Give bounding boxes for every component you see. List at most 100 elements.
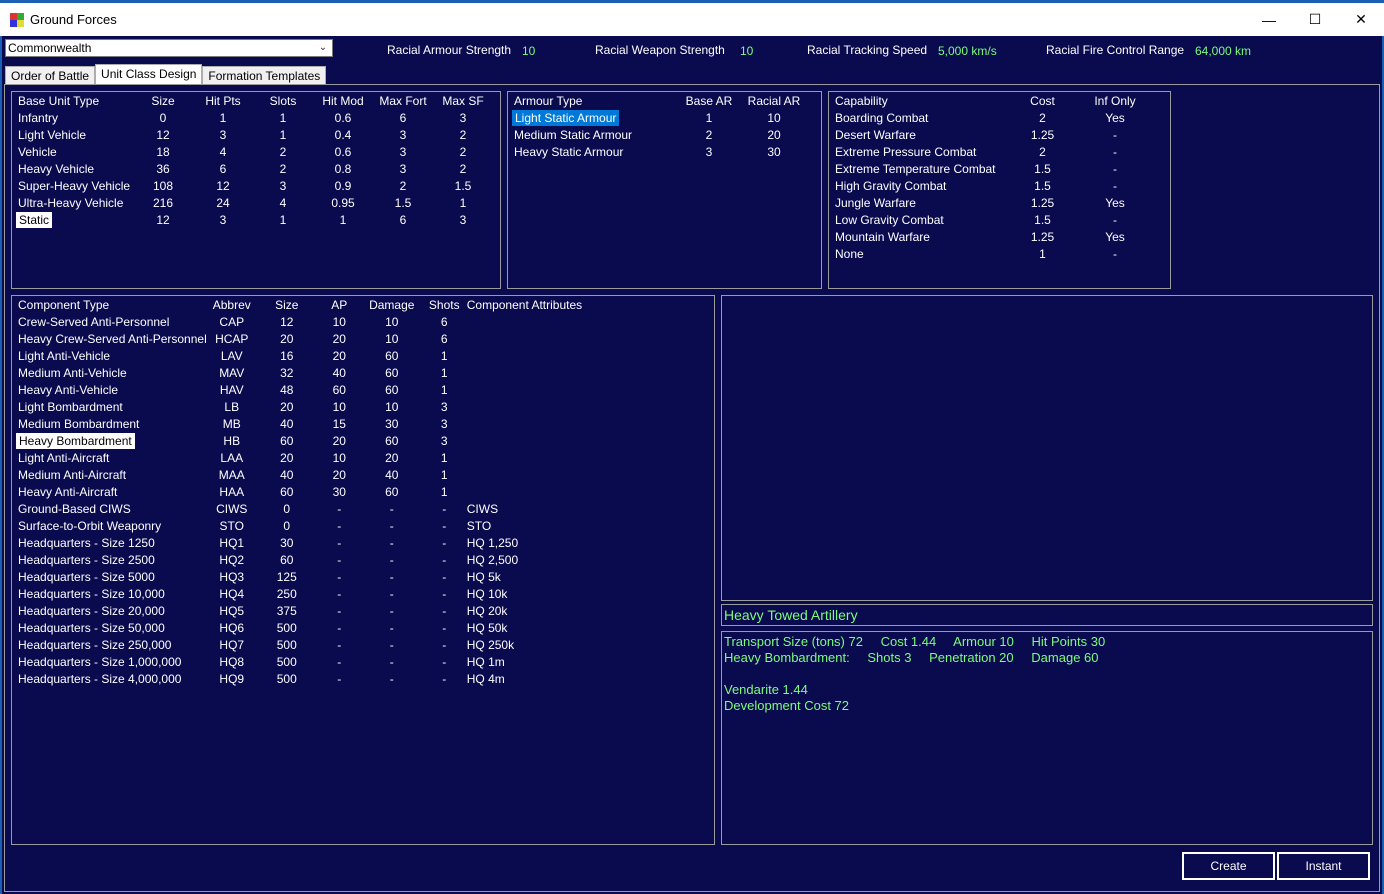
table-row[interactable]: Medium Anti-Vehicle MAV 32 40 60 1 [18,365,597,382]
table-row[interactable]: Light Anti-Vehicle LAV 16 20 60 1 [18,348,597,365]
table-row[interactable]: Medium Bombardment MB 40 15 30 3 [18,416,597,433]
table-row[interactable]: Heavy Bombardment HB 60 20 60 3 [16,433,597,450]
tab-order-of-battle[interactable]: Order of Battle [5,66,96,85]
table-row[interactable]: Medium Anti-Aircraft MAA 40 20 40 1 [18,467,597,484]
base-unit-table-header-3[interactable]: Slots [258,93,308,110]
table-cell: 3 [459,111,467,125]
table-row[interactable]: Heavy Static Armour 3 30 [514,144,804,161]
capability-list[interactable]: Capability Cost Inf Only Boarding Combat 2 Y… [828,91,1171,289]
table-cell [467,382,597,399]
component-table-header-2[interactable]: Size [257,297,317,314]
component-table-header-5[interactable]: Shots [422,297,467,314]
table-row[interactable]: High Gravity Combat 1.5 - [835,178,1160,195]
base-unit-table-header-2[interactable]: Hit Pts [188,93,258,110]
table-row[interactable]: Heavy Anti-Vehicle HAV 48 60 60 1 [18,382,597,399]
table-cell [467,314,597,331]
component-table-header-1[interactable]: Abbrev [207,297,257,314]
table-row[interactable]: Headquarters - Size 10,000 HQ4 250 - - - HQ 10… [18,586,597,603]
table-row[interactable]: Heavy Anti-Aircraft HAA 60 30 60 1 [18,484,597,501]
table-row[interactable]: Surface-to-Orbit Weaponry STO 0 - - - STO [18,518,597,535]
table-row[interactable]: Headquarters - Size 2500 HQ2 60 - - - HQ 2,500 [18,552,597,569]
table-cell: 10 [332,451,346,465]
base-unit-table-header-1[interactable]: Size [138,93,188,110]
base-unit-table-header-0[interactable]: Base Unit Type [18,93,138,110]
table-row[interactable]: Headquarters - Size 1250 HQ1 30 - - - HQ 1,250 [18,535,597,552]
base-unit-table-header-5[interactable]: Max Fort [378,93,428,110]
table-row[interactable]: Medium Static Armour 2 20 [514,127,804,144]
table-row[interactable]: Headquarters - Size 5000 HQ3 125 - - - HQ 5k [18,569,597,586]
table-row[interactable]: Vehicle 18 4 2 0.6 3 2 [18,144,498,161]
chevron-down-icon[interactable]: ⌄ [314,40,332,56]
maximize-button[interactable]: ☐ [1292,3,1338,36]
table-row[interactable]: Ground-Based CIWS CIWS 0 - - - CIWS [18,501,597,518]
app-icon [10,12,24,27]
table-row[interactable]: Super-Heavy Vehicle 108 12 3 0.9 2 1.5 [18,178,498,195]
capability-table-header-1[interactable]: Cost [1015,93,1070,110]
base-unit-table-header-6[interactable]: Max SF [428,93,498,110]
table-cell: High Gravity Combat [835,179,947,193]
table-cell: Headquarters - Size 2500 [18,553,155,567]
table-row[interactable]: Infantry 0 1 1 0.6 6 3 [18,110,498,127]
table-row[interactable]: Headquarters - Size 50,000 HQ6 500 - - - HQ 50… [18,620,597,637]
table-row[interactable]: Static 12 3 1 1 6 3 [16,212,498,229]
table-cell: - [1113,145,1117,159]
close-button[interactable]: ✕ [1338,3,1384,36]
base-unit-type-list[interactable]: Base Unit Type Size Hit Pts Slots Hit Mod Max… [11,91,501,289]
table-cell: 0.4 [334,128,352,142]
armour-type-list[interactable]: Armour Type Base AR Racial AR Light Static… [507,91,822,289]
table-row[interactable]: Headquarters - Size 250,000 HQ7 500 - - - HQ 2… [18,637,597,654]
table-cell: HCAP [215,332,249,346]
tab-unit-class-design[interactable]: Unit Class Design [95,64,203,85]
table-cell: - [337,604,342,618]
table-cell: 108 [152,179,174,193]
table-row[interactable]: Ultra-Heavy Vehicle 216 24 4 0.95 1.5 1 [18,195,498,212]
table-row[interactable]: None 1 - [835,246,1160,263]
component-table-header-0[interactable]: Component Type [18,297,207,314]
table-row[interactable]: Heavy Vehicle 36 6 2 0.8 3 2 [18,161,498,178]
component-table-header-4[interactable]: Damage [362,297,422,314]
table-row[interactable]: Headquarters - Size 20,000 HQ5 375 - - - HQ 20… [18,603,597,620]
table-row[interactable]: Crew-Served Anti-Personnel CAP 12 10 10 6 [18,314,597,331]
table-row[interactable]: Headquarters - Size 1,000,000 HQ8 500 - - - HQ… [18,654,597,671]
table-row[interactable]: Low Gravity Combat 1.5 - [835,212,1160,229]
armour-table-header-0[interactable]: Armour Type [514,93,674,110]
table-cell: MAA [218,468,245,482]
table-cell: HQ8 [219,655,245,669]
table-row[interactable]: Light Vehicle 12 3 1 0.4 3 2 [18,127,498,144]
table-cell: STO [466,519,492,533]
table-row[interactable]: Boarding Combat 2 Yes [835,110,1160,127]
instant-button[interactable]: Instant [1277,852,1370,880]
race-select[interactable]: Commonwealth ⌄ [5,39,333,57]
armour-table-header-2[interactable]: Racial AR [744,93,804,110]
capability-table-header-2[interactable]: Inf Only [1070,93,1160,110]
table-row[interactable]: Light Static Armour 1 10 [512,110,804,127]
create-button[interactable]: Create [1182,852,1275,880]
base-unit-table-header-4[interactable]: Hit Mod [308,93,378,110]
table-cell: - [1113,179,1117,193]
table-row[interactable]: Desert Warfare 1.25 - [835,127,1160,144]
table-cell: 40 [280,468,294,482]
minimize-button[interactable]: — [1246,3,1292,36]
component-type-list[interactable]: Component Type Abbrev Size AP Damage Shots Com… [11,295,715,845]
component-table-header-3[interactable]: AP [317,297,362,314]
component-table-header-6[interactable]: Component Attributes [467,297,597,314]
capability-table-header-0[interactable]: Capability [835,93,1015,110]
table-row[interactable]: Heavy Crew-Served Anti-Personnel HCAP 20 20… [18,331,597,348]
table-row[interactable]: Light Bombardment LB 20 10 10 3 [18,399,597,416]
tab-formation-templates[interactable]: Formation Templates [202,66,327,85]
armour-table-header-1[interactable]: Base AR [674,93,744,110]
table-row[interactable]: Headquarters - Size 4,000,000 HQ9 500 - - - HQ… [18,671,597,688]
table-row[interactable]: Jungle Warfare 1.25 Yes [835,195,1160,212]
table-cell: 1.5 [1034,162,1051,176]
table-cell: 125 [276,570,297,584]
table-row[interactable]: Extreme Pressure Combat 2 - [835,144,1160,161]
unit-components-panel[interactable] [721,295,1373,601]
table-cell: HQ4 [219,587,245,601]
table-cell: 12 [156,213,170,227]
unit-name-field[interactable]: Heavy Towed Artillery [721,604,1373,626]
table-row[interactable]: Light Anti-Aircraft LAA 20 10 20 1 [18,450,597,467]
table-row[interactable]: Mountain Warfare 1.25 Yes [835,229,1160,246]
table-row[interactable]: Extreme Temperature Combat 1.5 - [835,161,1160,178]
table-cell: None [835,247,864,261]
table-cell: Mountain Warfare [835,230,930,244]
